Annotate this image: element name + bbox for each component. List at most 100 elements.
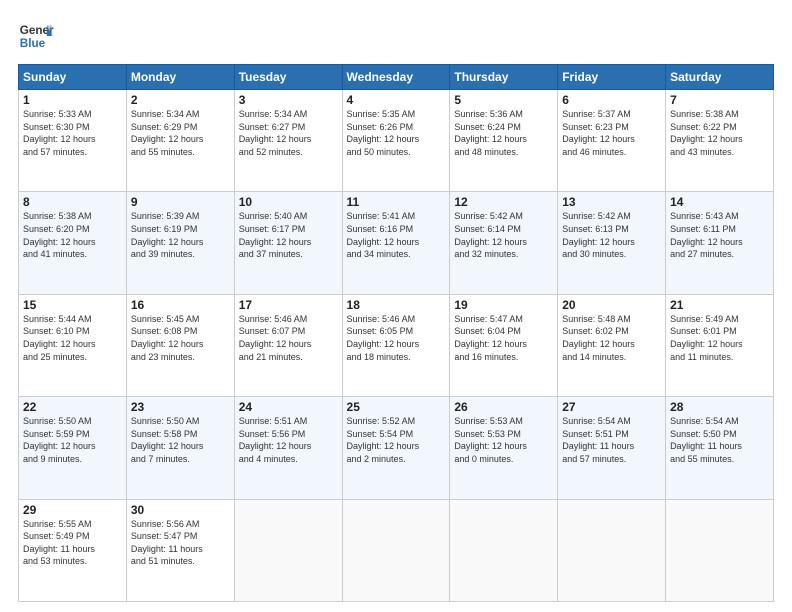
calendar-cell: 2Sunrise: 5:34 AM Sunset: 6:29 PM Daylig… [126,90,234,192]
calendar-cell: 27Sunrise: 5:54 AM Sunset: 5:51 PM Dayli… [558,397,666,499]
calendar-cell: 28Sunrise: 5:54 AM Sunset: 5:50 PM Dayli… [666,397,774,499]
weekday-header-wednesday: Wednesday [342,65,450,90]
day-info: Sunrise: 5:48 AM Sunset: 6:02 PM Dayligh… [562,313,661,363]
calendar-cell: 7Sunrise: 5:38 AM Sunset: 6:22 PM Daylig… [666,90,774,192]
day-info: Sunrise: 5:37 AM Sunset: 6:23 PM Dayligh… [562,108,661,158]
weekday-header-sunday: Sunday [19,65,127,90]
day-number: 2 [131,93,230,107]
day-number: 20 [562,298,661,312]
day-number: 25 [347,400,446,414]
calendar-week-row: 1Sunrise: 5:33 AM Sunset: 6:30 PM Daylig… [19,90,774,192]
day-number: 12 [454,195,553,209]
calendar-cell: 4Sunrise: 5:35 AM Sunset: 6:26 PM Daylig… [342,90,450,192]
day-info: Sunrise: 5:44 AM Sunset: 6:10 PM Dayligh… [23,313,122,363]
calendar-cell: 30Sunrise: 5:56 AM Sunset: 5:47 PM Dayli… [126,499,234,601]
day-info: Sunrise: 5:50 AM Sunset: 5:59 PM Dayligh… [23,415,122,465]
day-info: Sunrise: 5:53 AM Sunset: 5:53 PM Dayligh… [454,415,553,465]
day-number: 28 [670,400,769,414]
day-info: Sunrise: 5:54 AM Sunset: 5:51 PM Dayligh… [562,415,661,465]
day-number: 24 [239,400,338,414]
calendar-cell: 22Sunrise: 5:50 AM Sunset: 5:59 PM Dayli… [19,397,127,499]
day-info: Sunrise: 5:54 AM Sunset: 5:50 PM Dayligh… [670,415,769,465]
day-info: Sunrise: 5:55 AM Sunset: 5:49 PM Dayligh… [23,518,122,568]
day-info: Sunrise: 5:45 AM Sunset: 6:08 PM Dayligh… [131,313,230,363]
day-number: 7 [670,93,769,107]
day-info: Sunrise: 5:36 AM Sunset: 6:24 PM Dayligh… [454,108,553,158]
day-info: Sunrise: 5:41 AM Sunset: 6:16 PM Dayligh… [347,210,446,260]
calendar-cell [666,499,774,601]
day-number: 26 [454,400,553,414]
calendar-cell: 9Sunrise: 5:39 AM Sunset: 6:19 PM Daylig… [126,192,234,294]
day-info: Sunrise: 5:34 AM Sunset: 6:29 PM Dayligh… [131,108,230,158]
day-number: 1 [23,93,122,107]
day-number: 9 [131,195,230,209]
calendar-cell: 14Sunrise: 5:43 AM Sunset: 6:11 PM Dayli… [666,192,774,294]
day-info: Sunrise: 5:38 AM Sunset: 6:20 PM Dayligh… [23,210,122,260]
calendar-cell: 20Sunrise: 5:48 AM Sunset: 6:02 PM Dayli… [558,294,666,396]
calendar-cell: 10Sunrise: 5:40 AM Sunset: 6:17 PM Dayli… [234,192,342,294]
svg-text:Blue: Blue [20,37,46,50]
day-number: 3 [239,93,338,107]
calendar-cell: 26Sunrise: 5:53 AM Sunset: 5:53 PM Dayli… [450,397,558,499]
day-info: Sunrise: 5:50 AM Sunset: 5:58 PM Dayligh… [131,415,230,465]
day-number: 18 [347,298,446,312]
day-info: Sunrise: 5:56 AM Sunset: 5:47 PM Dayligh… [131,518,230,568]
day-number: 10 [239,195,338,209]
calendar-cell: 19Sunrise: 5:47 AM Sunset: 6:04 PM Dayli… [450,294,558,396]
weekday-header-tuesday: Tuesday [234,65,342,90]
day-number: 5 [454,93,553,107]
day-info: Sunrise: 5:52 AM Sunset: 5:54 PM Dayligh… [347,415,446,465]
calendar-table: SundayMondayTuesdayWednesdayThursdayFrid… [18,64,774,602]
day-info: Sunrise: 5:42 AM Sunset: 6:13 PM Dayligh… [562,210,661,260]
weekday-header-monday: Monday [126,65,234,90]
weekday-header-saturday: Saturday [666,65,774,90]
day-number: 29 [23,503,122,517]
page-header: General Blue [18,18,774,54]
calendar-cell: 25Sunrise: 5:52 AM Sunset: 5:54 PM Dayli… [342,397,450,499]
logo-icon: General Blue [18,18,54,54]
calendar-cell: 5Sunrise: 5:36 AM Sunset: 6:24 PM Daylig… [450,90,558,192]
day-number: 23 [131,400,230,414]
day-number: 13 [562,195,661,209]
day-number: 14 [670,195,769,209]
weekday-header-row: SundayMondayTuesdayWednesdayThursdayFrid… [19,65,774,90]
calendar-cell: 15Sunrise: 5:44 AM Sunset: 6:10 PM Dayli… [19,294,127,396]
calendar-cell: 6Sunrise: 5:37 AM Sunset: 6:23 PM Daylig… [558,90,666,192]
day-info: Sunrise: 5:35 AM Sunset: 6:26 PM Dayligh… [347,108,446,158]
day-number: 19 [454,298,553,312]
calendar-cell: 3Sunrise: 5:34 AM Sunset: 6:27 PM Daylig… [234,90,342,192]
day-info: Sunrise: 5:51 AM Sunset: 5:56 PM Dayligh… [239,415,338,465]
weekday-header-thursday: Thursday [450,65,558,90]
calendar-cell [450,499,558,601]
calendar-cell: 23Sunrise: 5:50 AM Sunset: 5:58 PM Dayli… [126,397,234,499]
calendar-cell [558,499,666,601]
calendar-cell: 18Sunrise: 5:46 AM Sunset: 6:05 PM Dayli… [342,294,450,396]
day-info: Sunrise: 5:42 AM Sunset: 6:14 PM Dayligh… [454,210,553,260]
calendar-week-row: 8Sunrise: 5:38 AM Sunset: 6:20 PM Daylig… [19,192,774,294]
calendar-cell: 8Sunrise: 5:38 AM Sunset: 6:20 PM Daylig… [19,192,127,294]
calendar-cell: 17Sunrise: 5:46 AM Sunset: 6:07 PM Dayli… [234,294,342,396]
calendar-week-row: 15Sunrise: 5:44 AM Sunset: 6:10 PM Dayli… [19,294,774,396]
calendar-cell [234,499,342,601]
day-number: 6 [562,93,661,107]
day-number: 27 [562,400,661,414]
day-number: 17 [239,298,338,312]
day-number: 21 [670,298,769,312]
day-number: 22 [23,400,122,414]
day-number: 15 [23,298,122,312]
day-info: Sunrise: 5:34 AM Sunset: 6:27 PM Dayligh… [239,108,338,158]
logo: General Blue [18,18,54,54]
calendar-cell: 29Sunrise: 5:55 AM Sunset: 5:49 PM Dayli… [19,499,127,601]
day-info: Sunrise: 5:46 AM Sunset: 6:05 PM Dayligh… [347,313,446,363]
day-number: 16 [131,298,230,312]
calendar-cell: 1Sunrise: 5:33 AM Sunset: 6:30 PM Daylig… [19,90,127,192]
day-number: 4 [347,93,446,107]
calendar-cell: 13Sunrise: 5:42 AM Sunset: 6:13 PM Dayli… [558,192,666,294]
calendar-cell: 16Sunrise: 5:45 AM Sunset: 6:08 PM Dayli… [126,294,234,396]
calendar-cell: 24Sunrise: 5:51 AM Sunset: 5:56 PM Dayli… [234,397,342,499]
day-info: Sunrise: 5:38 AM Sunset: 6:22 PM Dayligh… [670,108,769,158]
day-info: Sunrise: 5:40 AM Sunset: 6:17 PM Dayligh… [239,210,338,260]
calendar-cell: 21Sunrise: 5:49 AM Sunset: 6:01 PM Dayli… [666,294,774,396]
day-info: Sunrise: 5:43 AM Sunset: 6:11 PM Dayligh… [670,210,769,260]
weekday-header-friday: Friday [558,65,666,90]
